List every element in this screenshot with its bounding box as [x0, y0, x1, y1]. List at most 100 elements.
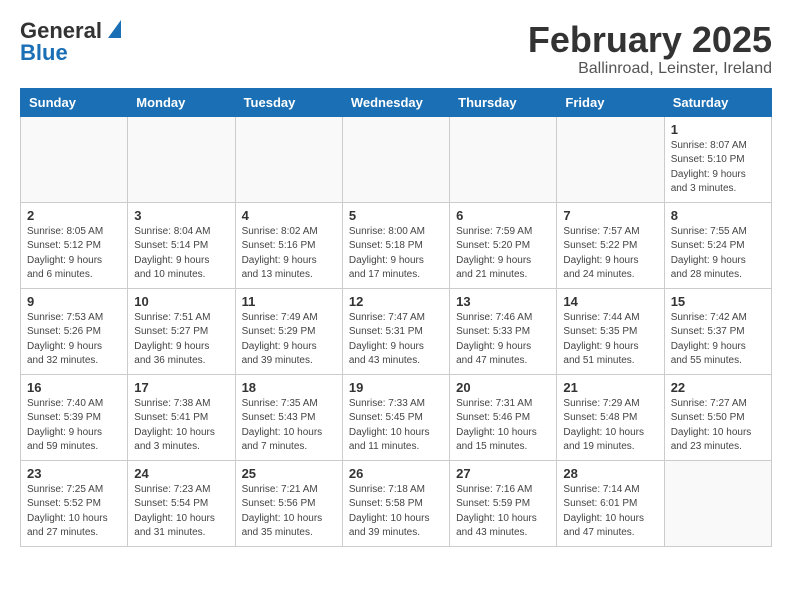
table-row: 9 Sunrise: 7:53 AM Sunset: 5:26 PM Daylig… — [21, 288, 128, 374]
day-number: 11 — [242, 294, 336, 309]
day-number: 18 — [242, 380, 336, 395]
table-row: 2Sunrise: 8:05 AM Sunset: 5:12 PM Daylig… — [21, 202, 128, 288]
table-row: 4 Sunrise: 8:02 AM Sunset: 5:16 PM Daylig… — [235, 202, 342, 288]
table-row: 25 Sunrise: 7:21 AM Sunset: 5:56 PM Dayli… — [235, 460, 342, 546]
day-number: 3 — [134, 208, 228, 223]
day-info: Sunrise: 7:18 AM Sunset: 5:58 PM Dayligh… — [349, 483, 443, 541]
calendar-week-row: 1 Sunrise: 8:07 AM Sunset: 5:10 PM Daylig… — [21, 116, 772, 202]
day-info: Sunrise: 7:49 AM Sunset: 5:29 PM Dayligh… — [242, 311, 336, 369]
day-info: Sunrise: 7:57 AM Sunset: 5:22 PM Dayligh… — [563, 225, 657, 283]
table-row: 21 Sunrise: 7:29 AM Sunset: 5:48 PM Dayli… — [557, 374, 664, 460]
table-row: 7 Sunrise: 7:57 AM Sunset: 5:22 PM Daylig… — [557, 202, 664, 288]
table-row: 17 Sunrise: 7:38 AM Sunset: 5:41 PM Dayli… — [128, 374, 235, 460]
day-number: 2 — [27, 208, 121, 223]
table-row: 5Sunrise: 8:00 AM Sunset: 5:18 PM Daylig… — [342, 202, 449, 288]
table-row: 6Sunrise: 7:59 AM Sunset: 5:20 PM Daylig… — [450, 202, 557, 288]
table-row: 13 Sunrise: 7:46 AM Sunset: 5:33 PM Dayli… — [450, 288, 557, 374]
col-tuesday: Tuesday — [235, 88, 342, 116]
table-row: 8 Sunrise: 7:55 AM Sunset: 5:24 PM Daylig… — [664, 202, 771, 288]
col-thursday: Thursday — [450, 88, 557, 116]
day-info: Sunrise: 7:51 AM Sunset: 5:27 PM Dayligh… — [134, 311, 228, 369]
day-info: Sunrise: 7:16 AM Sunset: 5:59 PM Dayligh… — [456, 483, 550, 541]
day-number: 14 — [563, 294, 657, 309]
day-number: 10 — [134, 294, 228, 309]
day-number: 22 — [671, 380, 765, 395]
table-row: 20 Sunrise: 7:31 AM Sunset: 5:46 PM Dayli… — [450, 374, 557, 460]
table-row: 10 Sunrise: 7:51 AM Sunset: 5:27 PM Dayli… — [128, 288, 235, 374]
table-row: 23 Sunrise: 7:25 AM Sunset: 5:52 PM Dayli… — [21, 460, 128, 546]
col-monday: Monday — [128, 88, 235, 116]
day-number: 21 — [563, 380, 657, 395]
day-number: 19 — [349, 380, 443, 395]
day-number: 16 — [27, 380, 121, 395]
table-row: 18 Sunrise: 7:35 AM Sunset: 5:43 PM Dayli… — [235, 374, 342, 460]
table-row — [235, 116, 342, 202]
calendar-week-row: 2Sunrise: 8:05 AM Sunset: 5:12 PM Daylig… — [21, 202, 772, 288]
table-row — [128, 116, 235, 202]
day-number: 7 — [563, 208, 657, 223]
day-number: 6 — [456, 208, 550, 223]
calendar-table: Sunday Monday Tuesday Wednesday Thursday… — [20, 88, 772, 547]
day-info: Sunrise: 7:27 AM Sunset: 5:50 PM Dayligh… — [671, 397, 765, 455]
day-number: 24 — [134, 466, 228, 481]
day-number: 4 — [242, 208, 336, 223]
col-saturday: Saturday — [664, 88, 771, 116]
day-number: 26 — [349, 466, 443, 481]
day-number: 23 — [27, 466, 121, 481]
table-row — [450, 116, 557, 202]
day-info: Sunrise: 7:40 AM Sunset: 5:39 PM Dayligh… — [27, 397, 121, 455]
day-number: 12 — [349, 294, 443, 309]
day-number: 8 — [671, 208, 765, 223]
day-number: 28 — [563, 466, 657, 481]
calendar-week-row: 23 Sunrise: 7:25 AM Sunset: 5:52 PM Dayli… — [21, 460, 772, 546]
day-number: 13 — [456, 294, 550, 309]
day-info: Sunrise: 7:42 AM Sunset: 5:37 PM Dayligh… — [671, 311, 765, 369]
day-info: Sunrise: 7:14 AM Sunset: 6:01 PM Dayligh… — [563, 483, 657, 541]
day-info: Sunrise: 7:55 AM Sunset: 5:24 PM Dayligh… — [671, 225, 765, 283]
calendar-week-row: 9 Sunrise: 7:53 AM Sunset: 5:26 PM Daylig… — [21, 288, 772, 374]
day-info: Sunrise: 7:46 AM Sunset: 5:33 PM Dayligh… — [456, 311, 550, 369]
day-info: Sunrise: 8:07 AM Sunset: 5:10 PM Dayligh… — [671, 139, 765, 197]
day-info: Sunrise: 8:02 AM Sunset: 5:16 PM Dayligh… — [242, 225, 336, 283]
day-info: Sunrise: 7:44 AM Sunset: 5:35 PM Dayligh… — [563, 311, 657, 369]
day-number: 15 — [671, 294, 765, 309]
table-row: 26 Sunrise: 7:18 AM Sunset: 5:58 PM Dayli… — [342, 460, 449, 546]
table-row — [557, 116, 664, 202]
table-row: 14 Sunrise: 7:44 AM Sunset: 5:35 PM Dayli… — [557, 288, 664, 374]
table-row: 22 Sunrise: 7:27 AM Sunset: 5:50 PM Dayli… — [664, 374, 771, 460]
calendar-title: February 2025 — [528, 20, 772, 60]
day-number: 17 — [134, 380, 228, 395]
table-row — [664, 460, 771, 546]
day-number: 9 — [27, 294, 121, 309]
col-sunday: Sunday — [21, 88, 128, 116]
table-row: 19 Sunrise: 7:33 AM Sunset: 5:45 PM Dayli… — [342, 374, 449, 460]
day-info: Sunrise: 8:04 AM Sunset: 5:14 PM Dayligh… — [134, 225, 228, 283]
table-row: 15 Sunrise: 7:42 AM Sunset: 5:37 PM Dayli… — [664, 288, 771, 374]
day-number: 20 — [456, 380, 550, 395]
day-info: Sunrise: 7:25 AM Sunset: 5:52 PM Dayligh… — [27, 483, 121, 541]
day-info: Sunrise: 7:35 AM Sunset: 5:43 PM Dayligh… — [242, 397, 336, 455]
day-info: Sunrise: 7:38 AM Sunset: 5:41 PM Dayligh… — [134, 397, 228, 455]
page-header: General Blue February 2025 Ballinroad, L… — [20, 20, 772, 78]
table-row: 24 Sunrise: 7:23 AM Sunset: 5:54 PM Dayli… — [128, 460, 235, 546]
day-number: 1 — [671, 122, 765, 137]
table-row — [21, 116, 128, 202]
day-info: Sunrise: 7:31 AM Sunset: 5:46 PM Dayligh… — [456, 397, 550, 455]
day-info: Sunrise: 7:21 AM Sunset: 5:56 PM Dayligh… — [242, 483, 336, 541]
table-row: 27Sunrise: 7:16 AM Sunset: 5:59 PM Dayli… — [450, 460, 557, 546]
table-row: 3 Sunrise: 8:04 AM Sunset: 5:14 PM Daylig… — [128, 202, 235, 288]
day-info: Sunrise: 7:29 AM Sunset: 5:48 PM Dayligh… — [563, 397, 657, 455]
calendar-header-row: Sunday Monday Tuesday Wednesday Thursday… — [21, 88, 772, 116]
table-row: 1 Sunrise: 8:07 AM Sunset: 5:10 PM Daylig… — [664, 116, 771, 202]
day-info: Sunrise: 7:23 AM Sunset: 5:54 PM Dayligh… — [134, 483, 228, 541]
day-number: 25 — [242, 466, 336, 481]
calendar-subtitle: Ballinroad, Leinster, Ireland — [528, 60, 772, 78]
logo-blue: Blue — [20, 40, 68, 65]
col-wednesday: Wednesday — [342, 88, 449, 116]
col-friday: Friday — [557, 88, 664, 116]
table-row — [342, 116, 449, 202]
day-info: Sunrise: 7:33 AM Sunset: 5:45 PM Dayligh… — [349, 397, 443, 455]
day-info: Sunrise: 7:53 AM Sunset: 5:26 PM Dayligh… — [27, 311, 121, 369]
table-row: 16 Sunrise: 7:40 AM Sunset: 5:39 PM Dayli… — [21, 374, 128, 460]
day-info: Sunrise: 8:00 AM Sunset: 5:18 PM Dayligh… — [349, 225, 443, 283]
